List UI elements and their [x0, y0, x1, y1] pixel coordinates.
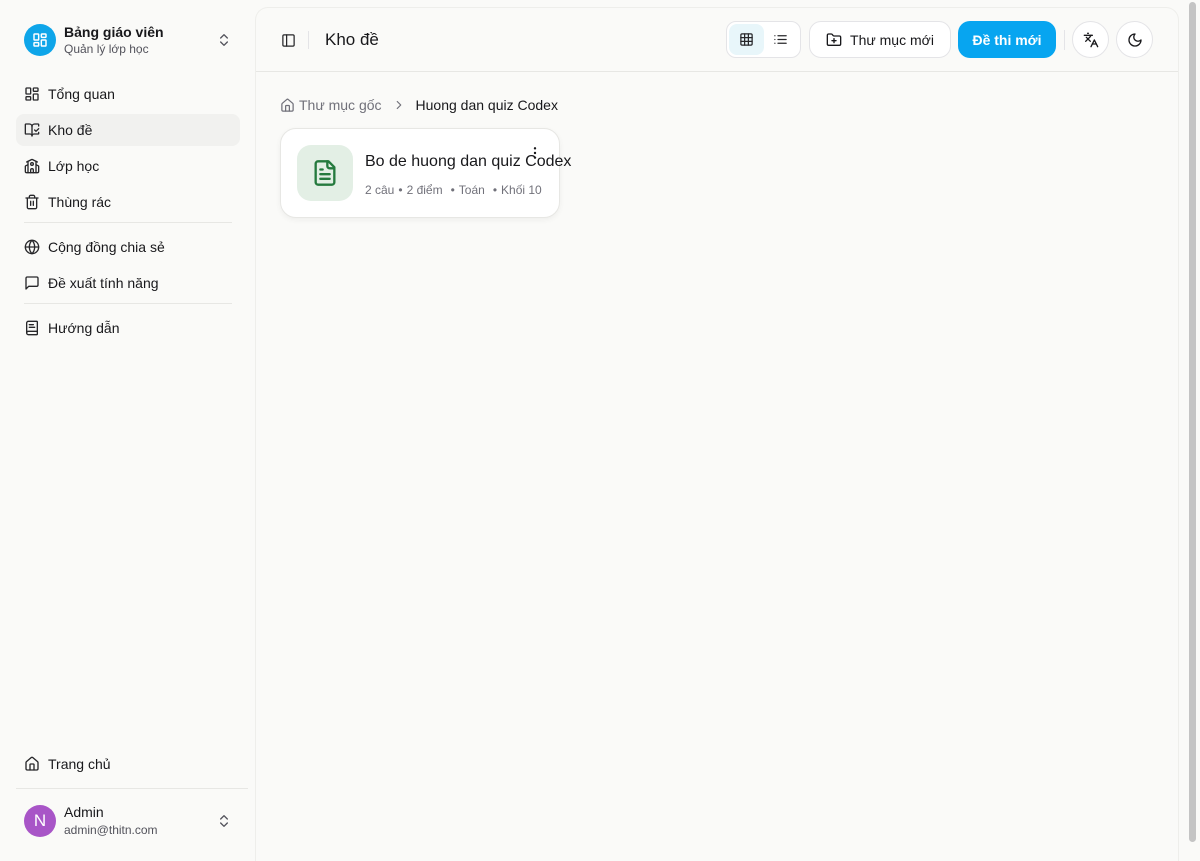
- meta-bullet: •: [450, 183, 455, 197]
- sidebar-item-label: Lớp học: [48, 158, 100, 174]
- new-folder-button[interactable]: Thư mục mới: [809, 21, 951, 58]
- page-title: Kho đề: [325, 30, 379, 49]
- sidebar-footer-divider: [16, 788, 248, 789]
- scrollbar[interactable]: [1186, 0, 1200, 861]
- sidebar-item-label: Cộng đồng chia sẻ: [48, 239, 165, 255]
- new-exam-button[interactable]: Đề thi mới: [958, 21, 1056, 58]
- layout-dashboard-icon: [24, 86, 40, 102]
- language-button[interactable]: [1072, 21, 1109, 58]
- dashboard-icon: [24, 24, 56, 56]
- quiz-questions: 2 câu: [365, 183, 395, 197]
- book-text-icon: [24, 320, 40, 336]
- sidebar-item-label: Tổng quan: [48, 86, 115, 102]
- sidebar-item-label: Thùng rác: [48, 194, 112, 210]
- sidebar-item-home[interactable]: Trang chủ: [16, 748, 240, 780]
- team-title: Bảng giáo viên: [64, 23, 164, 40]
- meta-bullet: •: [398, 183, 403, 197]
- meta-bullet: •: [492, 183, 498, 197]
- book-open-check-icon: [24, 122, 40, 138]
- view-toggle: [726, 21, 801, 58]
- breadcrumb: Thư mục gốc Huong dan quiz Codex: [280, 97, 558, 113]
- nav-divider: [24, 303, 232, 304]
- page-header: Kho đề Thư mục mới Đề thi mới: [256, 8, 1178, 72]
- sidebar-toggle-button[interactable]: [276, 30, 300, 50]
- globe-icon: [24, 239, 40, 255]
- quiz-card[interactable]: Bo de huong dan quiz Codex 2 câu • 2 điể…: [280, 128, 571, 218]
- languages-icon: [1083, 32, 1099, 48]
- sidebar-item-community[interactable]: Cộng đồng chia sẻ: [16, 231, 240, 263]
- user-menu[interactable]: N Admin admin@thitn.com: [16, 797, 240, 845]
- quiz-points: 2 điểm: [406, 183, 443, 197]
- sidebar-item-label: Kho đề: [48, 122, 93, 138]
- quiz-subject: Toán: [458, 183, 485, 197]
- home-icon: [24, 756, 40, 772]
- home-icon: [280, 98, 295, 113]
- moon-icon: [1127, 32, 1143, 48]
- new-folder-label: Thư mục mới: [850, 31, 934, 48]
- school-icon: [24, 158, 40, 174]
- sidebar-item-library[interactable]: Kho đề: [16, 114, 240, 146]
- sidebar-nav: Tổng quan Kho đề Lớp học Thùng rác Cộng …: [16, 78, 240, 348]
- user-name: Admin: [64, 804, 104, 821]
- nav-divider: [24, 222, 232, 223]
- grid-icon: [739, 32, 754, 47]
- header-divider: [1064, 30, 1065, 50]
- file-text-icon: [297, 145, 353, 201]
- sidebar-item-classes[interactable]: Lớp học: [16, 150, 240, 182]
- header-divider: [308, 31, 309, 49]
- main-panel: Kho đề Thư mục mới Đề thi mới Thư mục gố…: [256, 8, 1178, 861]
- more-vertical-icon: [527, 145, 543, 161]
- sidebar-item-overview[interactable]: Tổng quan: [16, 78, 240, 110]
- sidebar: Bảng giáo viên Quản lý lớp học Tổng quan: [0, 0, 248, 861]
- message-square-icon: [24, 275, 40, 291]
- grid-view-button[interactable]: [729, 24, 764, 55]
- sidebar-item-feedback[interactable]: Đề xuất tính năng: [16, 267, 240, 299]
- team-subtitle: Quản lý lớp học: [64, 41, 149, 56]
- list-view-button[interactable]: [764, 24, 799, 55]
- trash-icon: [24, 194, 40, 210]
- sidebar-item-label: Đề xuất tính năng: [48, 275, 159, 291]
- sidebar-item-label: Trang chủ: [48, 756, 111, 772]
- list-icon: [773, 32, 788, 47]
- user-email: admin@thitn.com: [64, 823, 158, 838]
- panel-left-icon: [281, 33, 296, 48]
- breadcrumb-root-label: Thư mục gốc: [299, 97, 382, 113]
- chevron-right-icon: [392, 98, 406, 112]
- breadcrumb-root-link[interactable]: Thư mục gốc: [280, 97, 382, 113]
- sidebar-item-trash[interactable]: Thùng rác: [16, 186, 240, 218]
- sidebar-item-label: Hướng dẫn: [48, 320, 120, 336]
- quiz-grade: Khối 10: [501, 183, 542, 197]
- chevrons-up-down-icon: [216, 813, 232, 829]
- sidebar-item-guide[interactable]: Hướng dẫn: [16, 312, 240, 344]
- avatar: N: [24, 805, 56, 837]
- card-menu-button[interactable]: [525, 143, 545, 163]
- team-switcher[interactable]: Bảng giáo viên Quản lý lớp học: [16, 16, 240, 64]
- quiz-meta: 2 câu • 2 điểm • Toán • Khối 10: [365, 183, 542, 197]
- theme-toggle-button[interactable]: [1116, 21, 1153, 58]
- folder-plus-icon: [826, 32, 842, 48]
- chevrons-up-down-icon: [216, 32, 232, 48]
- breadcrumb-current: Huong dan quiz Codex: [415, 97, 558, 113]
- scrollbar-thumb[interactable]: [1189, 2, 1196, 842]
